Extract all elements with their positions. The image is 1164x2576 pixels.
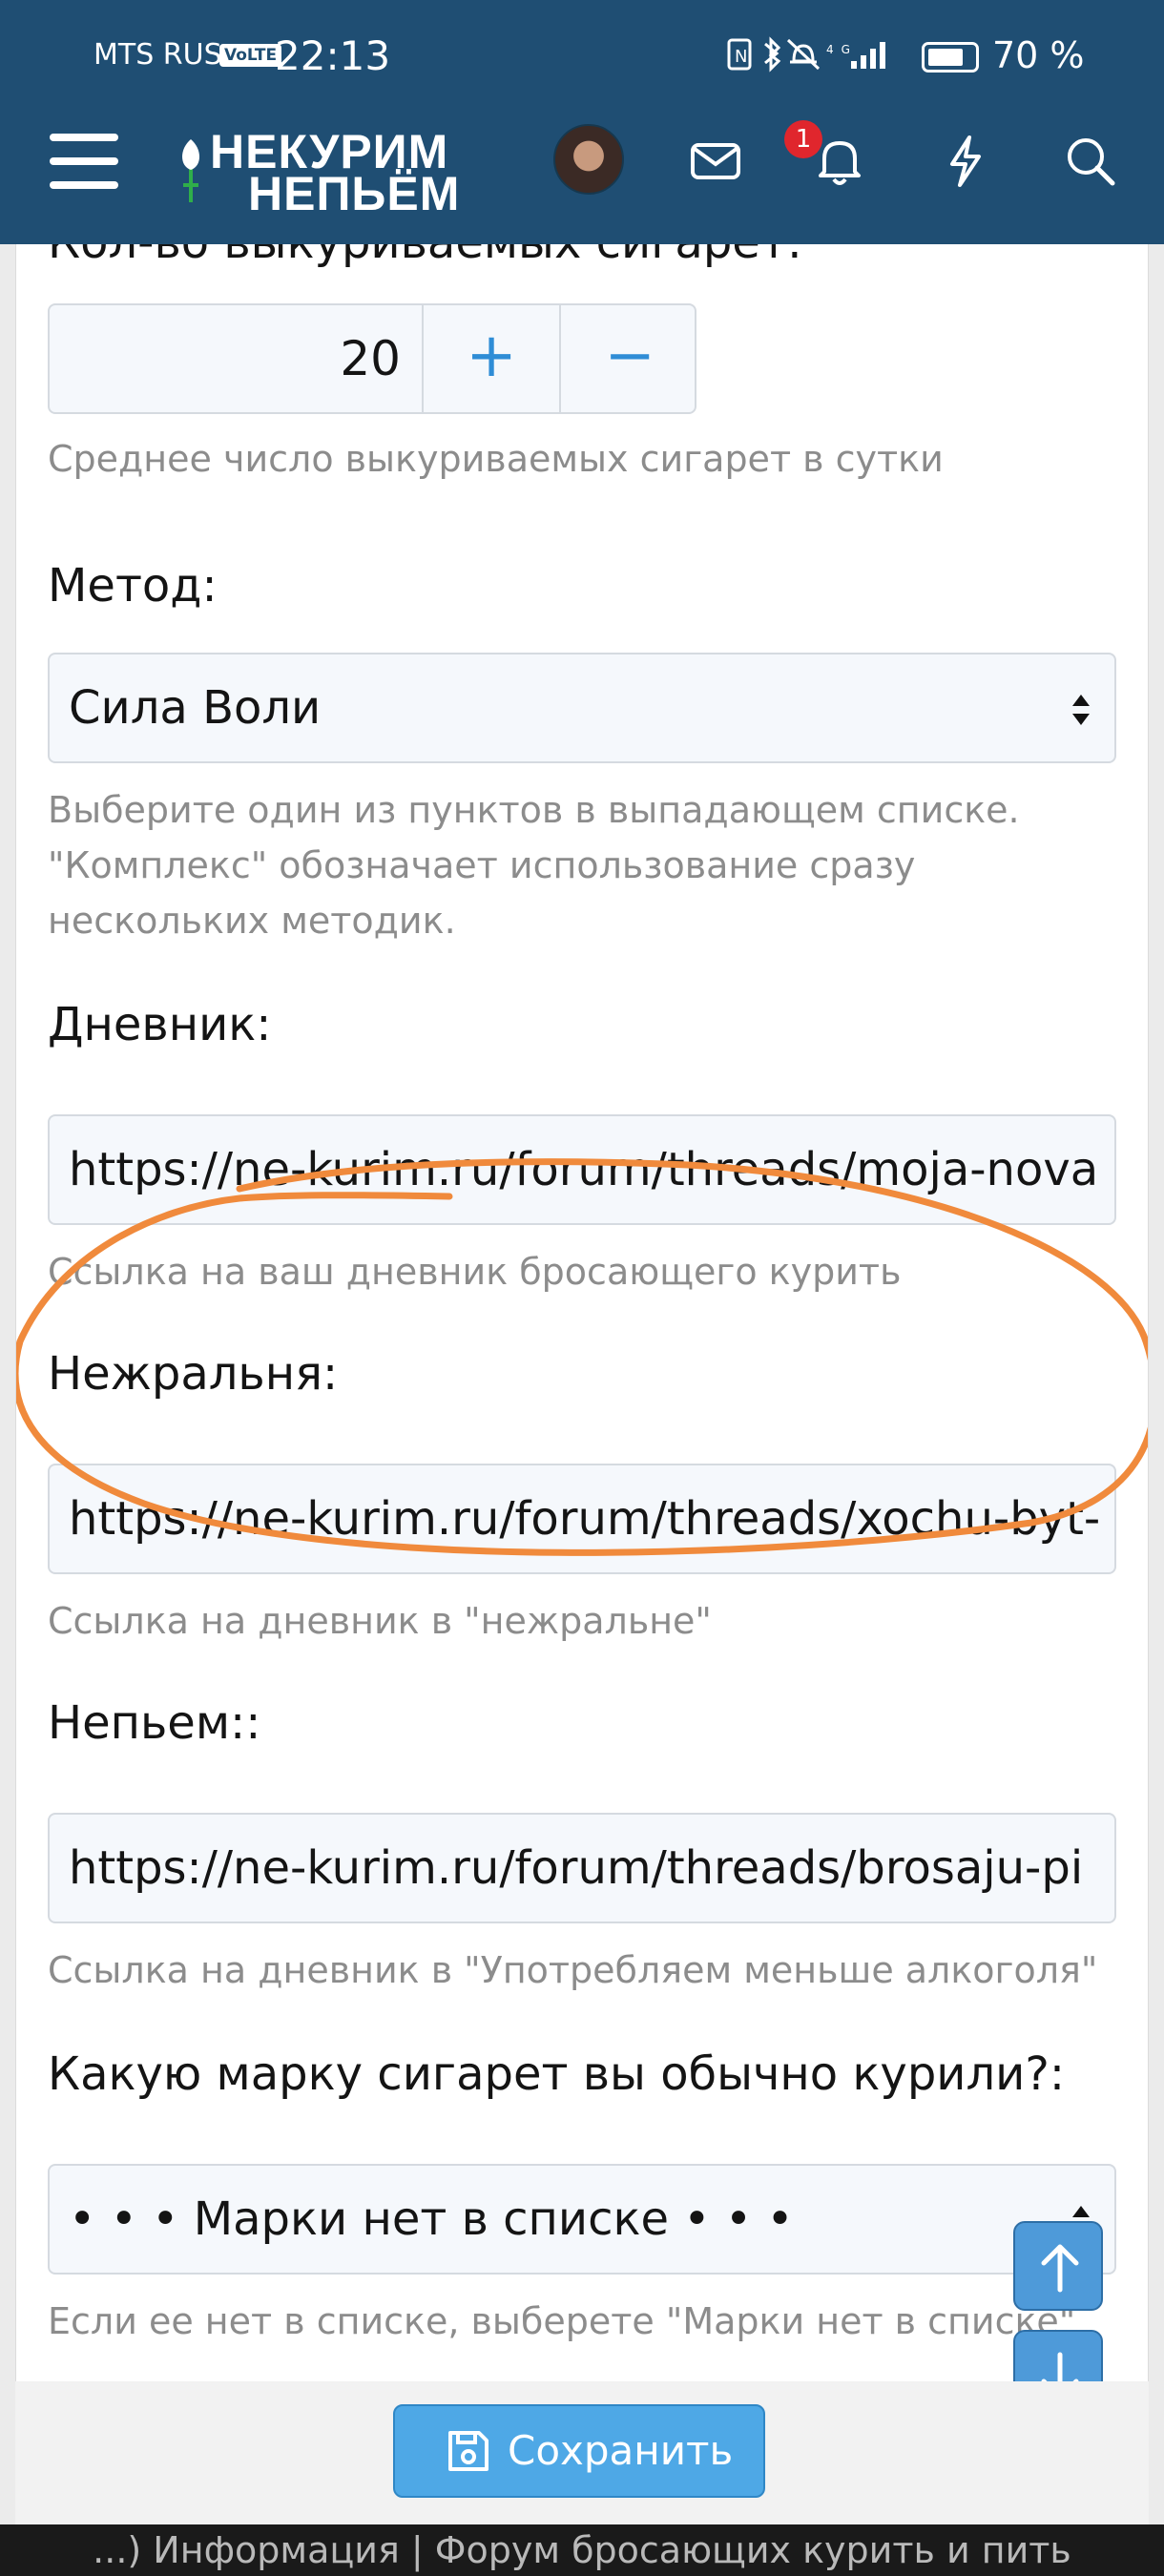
- carrier-name: MTS RUS: [94, 38, 222, 72]
- method-hint-line1: Выберите один из пунктов в выпадающем сп…: [48, 789, 1020, 831]
- site-logo[interactable]: НЕКУРИМ НЕПЬЁМ: [172, 122, 477, 218]
- logo-text-line2: НЕПЬЁМ: [248, 167, 461, 220]
- brand-label: Какую марку сигарет вы обычно курили?:: [48, 2047, 1066, 2101]
- save-label: Сохранить: [508, 2427, 734, 2474]
- nepyem-hint: Ссылка на дневник в "Употребляем меньше …: [48, 1949, 1098, 1991]
- menu-icon-line: [50, 181, 118, 189]
- highlight-annotation: [16, 1158, 1148, 1556]
- profile-form: Кол-во выкуриваемых сигарет: 20 + − Сред…: [15, 244, 1149, 2381]
- search-icon[interactable]: [1061, 132, 1118, 189]
- cigarettes-hint: Среднее число выкуриваемых сигарет в сут…: [48, 438, 944, 480]
- save-bar: Сохранить: [15, 2381, 1149, 2524]
- cigarettes-label: Кол-во выкуриваемых сигарет:: [48, 244, 802, 269]
- method-select[interactable]: Сила Воли: [48, 653, 1116, 763]
- nepyem-label: Непьем::: [48, 1696, 261, 1750]
- increment-button[interactable]: +: [422, 305, 559, 412]
- method-hint-line2: "Комплекс" обозначает использование сраз…: [48, 844, 916, 886]
- volte-badge: VoLTE: [219, 44, 282, 67]
- method-select-value: Сила Воли: [69, 681, 322, 735]
- page-title-footer: ...) Информация | Форум бросающих курить…: [0, 2524, 1164, 2576]
- signal-icons: N 4G: [727, 36, 885, 73]
- menu-icon-line: [50, 134, 118, 141]
- app-header: MTS RUS VoLTE 22:13 N 4G 70 % НЕКУРИМ НЕ…: [0, 0, 1164, 244]
- svg-text:4G: 4G: [826, 43, 858, 56]
- snowdrop-icon: [182, 139, 199, 202]
- nepyem-input[interactable]: https://ne-kurim.ru/forum/threads/brosaj…: [48, 1813, 1116, 1923]
- select-arrows-icon: [1072, 695, 1090, 725]
- arrow-up-icon: [1041, 2244, 1079, 2293]
- method-label: Метод:: [48, 559, 218, 613]
- svg-text:N: N: [735, 47, 755, 67]
- brand-select-value: • • • Марки нет в списке • • •: [69, 2192, 794, 2246]
- nezhralnya-hint: Ссылка на дневник в "нежральне": [48, 1600, 712, 1642]
- menu-button[interactable]: [50, 134, 118, 191]
- system-status-icons: N 4G: [727, 36, 899, 82]
- save-button[interactable]: Сохранить: [393, 2404, 765, 2498]
- cigarettes-input[interactable]: 20: [50, 305, 422, 412]
- brand-select[interactable]: • • • Марки нет в списке • • •: [48, 2164, 1116, 2275]
- save-icon: [448, 2431, 488, 2471]
- menu-icon-line: [50, 157, 118, 165]
- decrement-button[interactable]: −: [559, 305, 695, 412]
- user-avatar[interactable]: [553, 124, 624, 195]
- status-bar: MTS RUS VoLTE 22:13 N 4G 70 %: [0, 0, 1164, 114]
- lightning-icon[interactable]: [937, 132, 994, 189]
- brand-hint: Если ее нет в списке, выберете "Марки не…: [48, 2300, 1076, 2342]
- status-time: 22:13: [275, 32, 391, 79]
- scroll-top-button[interactable]: [1013, 2221, 1103, 2311]
- mail-icon[interactable]: [687, 132, 744, 189]
- battery-percent: 70 %: [992, 34, 1085, 76]
- cigarettes-stepper[interactable]: 20 + −: [48, 303, 696, 414]
- notification-badge: 1: [784, 120, 822, 158]
- battery-icon: [922, 42, 979, 73]
